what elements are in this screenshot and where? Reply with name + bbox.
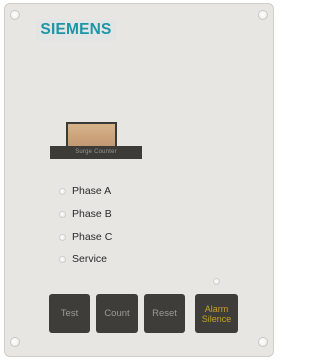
screw-top-right-icon <box>258 10 268 20</box>
test-button[interactable]: Test <box>49 294 90 333</box>
screw-bottom-right-icon <box>258 337 268 347</box>
count-button-label: Count <box>104 308 130 319</box>
screw-top-left-icon <box>10 10 20 20</box>
indicator-phase-c: Phase C <box>59 231 112 243</box>
test-button-label: Test <box>60 308 79 319</box>
screw-bottom-left-icon <box>10 337 20 347</box>
indicator-phase-b: Phase B <box>59 208 112 220</box>
indicator-phase-a: Phase A <box>59 185 111 197</box>
count-button[interactable]: Count <box>96 294 138 333</box>
reset-button[interactable]: Reset <box>144 294 185 333</box>
indicator-label: Service <box>72 253 108 265</box>
led-icon <box>59 210 66 218</box>
surge-counter-label: Surge Counter <box>50 146 142 159</box>
indicator-label: Phase C <box>72 231 113 243</box>
led-icon <box>59 187 66 195</box>
led-icon <box>59 233 66 241</box>
alarm-silence-label-line2: Silence <box>201 313 232 324</box>
alarm-led-icon <box>213 278 220 285</box>
indicator-label: Phase A <box>72 185 112 197</box>
indicator-service: Service <box>59 253 107 265</box>
surge-counter-display <box>66 122 117 147</box>
reset-button-label: Reset <box>152 308 177 319</box>
brand-logo: SIEMENS <box>36 19 116 41</box>
indicator-label: Phase B <box>72 208 112 220</box>
alarm-silence-label-line1: Alarm <box>204 303 229 314</box>
led-icon <box>59 255 66 263</box>
alarm-silence-button[interactable]: Alarm Silence <box>195 294 238 333</box>
